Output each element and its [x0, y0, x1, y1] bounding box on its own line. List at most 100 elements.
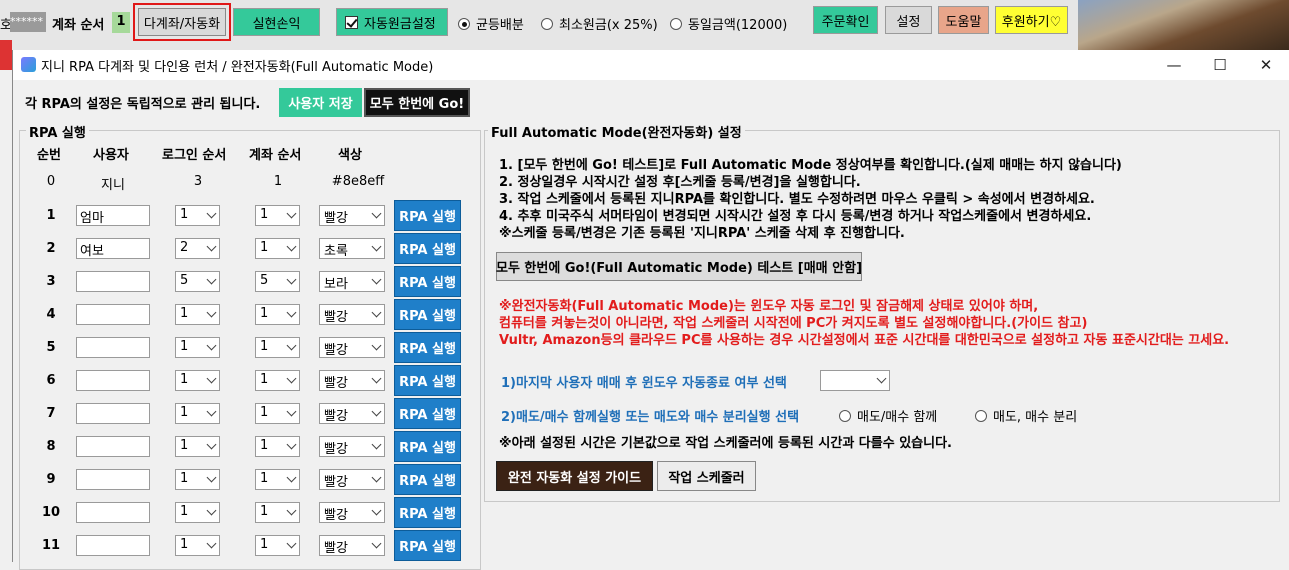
rpa-run-button[interactable]: RPA 실행 — [394, 332, 461, 363]
minimize-button[interactable]: — — [1151, 50, 1197, 80]
row-order: 4 — [46, 307, 56, 322]
title-bar: 지니 RPA 다계좌 및 다인용 런처 / 완전자동화(Full Automat… — [13, 50, 1289, 80]
donate-button[interactable]: 후원하기♡ — [995, 6, 1068, 34]
user-name-input[interactable] — [76, 403, 150, 424]
launcher-window: 지니 RPA 다계좌 및 다인용 런처 / 완전자동화(Full Automat… — [12, 50, 1289, 570]
radio-equal[interactable]: 균등배분 — [458, 14, 524, 33]
color-select[interactable]: 빨강 — [319, 304, 385, 325]
row-order: 8 — [46, 439, 56, 454]
row-order: 11 — [41, 538, 61, 553]
rpa-run-button[interactable]: RPA 실행 — [394, 398, 461, 429]
bg-account-order-value: 1 — [112, 12, 130, 33]
color-select[interactable]: 빨강 — [319, 337, 385, 358]
task-scheduler-button[interactable]: 작업 스케줄러 — [657, 461, 756, 491]
login-order-select[interactable]: 1 — [175, 304, 220, 325]
color-select[interactable]: 빨강 — [319, 403, 385, 424]
login-order-select[interactable]: 1 — [175, 469, 220, 490]
help-button[interactable]: 도움말 — [938, 6, 989, 34]
color-select[interactable]: 보라 — [319, 271, 385, 292]
user-name-input[interactable] — [76, 337, 150, 358]
user-name-input[interactable] — [76, 469, 150, 490]
login-order-select[interactable]: 1 — [175, 337, 220, 358]
save-user-button[interactable]: 사용자 저장 — [279, 88, 362, 117]
user-name-input[interactable] — [76, 370, 150, 391]
account-order-select[interactable]: 1 — [255, 238, 300, 259]
login-order-select[interactable]: 1 — [175, 205, 220, 226]
rpa-run-button[interactable]: RPA 실행 — [394, 431, 461, 462]
user-name-input[interactable] — [76, 436, 150, 457]
color-select[interactable]: 초록 — [319, 238, 385, 259]
rpa-run-button[interactable]: RPA 실행 — [394, 233, 461, 264]
fam-group-label: Full Automatic Mode(완전자동화) 설정 — [488, 122, 745, 141]
option-1-label: 1)마지막 사용자 매매 후 윈도우 자동종료 여부 선택 — [501, 376, 787, 391]
row0-order: 0 — [46, 174, 56, 189]
radio-same-amount[interactable]: 동일금액(12000) — [670, 14, 787, 33]
user-name-input[interactable]: 여보 — [76, 238, 150, 259]
login-order-select[interactable]: 1 — [175, 502, 220, 523]
login-order-select[interactable]: 2 — [175, 238, 220, 259]
setup-guide-button[interactable]: 완전 자동화 설정 가이드 — [496, 461, 653, 491]
rpa-run-button[interactable]: RPA 실행 — [394, 530, 461, 561]
row-order: 2 — [46, 241, 56, 256]
settings-button[interactable]: 설정 — [885, 6, 932, 34]
color-select[interactable]: 빨강 — [319, 469, 385, 490]
rpa-run-button[interactable]: RPA 실행 — [394, 266, 461, 297]
rpa-run-button[interactable]: RPA 실행 — [394, 200, 461, 231]
account-order-select[interactable]: 1 — [255, 205, 300, 226]
color-select[interactable]: 빨강 — [319, 370, 385, 391]
rpa-run-button[interactable]: RPA 실행 — [394, 464, 461, 495]
realized-pl-button[interactable]: 실현손익 — [233, 8, 320, 36]
account-order-select[interactable]: 1 — [255, 535, 300, 556]
account-order-select[interactable]: 1 — [255, 370, 300, 391]
color-select[interactable]: 빨강 — [319, 535, 385, 556]
account-order-select[interactable]: 1 — [255, 502, 300, 523]
auto-shutdown-select[interactable] — [820, 370, 890, 391]
radio-min-principal[interactable]: 최소원금(x 25%) — [541, 14, 658, 33]
rpa-run-button[interactable]: RPA 실행 — [394, 299, 461, 330]
account-order-select[interactable]: 1 — [255, 304, 300, 325]
login-order-select[interactable]: 1 — [175, 370, 220, 391]
login-order-select[interactable]: 1 — [175, 436, 220, 457]
user-name-input[interactable] — [76, 535, 150, 556]
background-toolbar: 호 ****** 계좌 순서 1 다계좌/자동화 실현손익 자동원금설정 균등배… — [0, 0, 1289, 70]
row-order: 6 — [46, 373, 56, 388]
login-order-select[interactable]: 5 — [175, 271, 220, 292]
rpa-run-button[interactable]: RPA 실행 — [394, 365, 461, 396]
account-order-select[interactable]: 1 — [255, 436, 300, 457]
account-order-select[interactable]: 5 — [255, 271, 300, 292]
user-name-input[interactable] — [76, 271, 150, 292]
row-order: 7 — [46, 406, 56, 421]
bg-multi-account-frame: 다계좌/자동화 — [133, 3, 231, 41]
radio-sell-buy-together[interactable]: 매도/매수 함께 — [839, 406, 937, 425]
go-all-button[interactable]: 모두 한번에 Go! — [364, 88, 470, 117]
row0-account: 1 — [273, 174, 283, 189]
color-select[interactable]: 빨강 — [319, 436, 385, 457]
user-name-input[interactable]: 엄마 — [76, 205, 150, 226]
radio-sell-buy-separate[interactable]: 매도, 매수 분리 — [975, 406, 1077, 425]
bg-masked-field: ****** — [10, 12, 46, 32]
auto-principal-toggle[interactable]: 자동원금설정 — [336, 8, 448, 36]
order-check-button[interactable]: 주문확인 — [813, 6, 878, 34]
color-select[interactable]: 빨강 — [319, 205, 385, 226]
row-order: 5 — [46, 340, 56, 355]
rpa-run-button[interactable]: RPA 실행 — [394, 497, 461, 528]
account-order-select[interactable]: 1 — [255, 337, 300, 358]
header-account-order: 계좌 순서 — [249, 148, 302, 163]
row-order: 3 — [46, 274, 56, 289]
account-order-select[interactable]: 1 — [255, 469, 300, 490]
user-name-input[interactable] — [76, 502, 150, 523]
row-order: 9 — [46, 472, 56, 487]
app-icon — [21, 57, 36, 72]
auto-principal-label: 자동원금설정 — [364, 16, 436, 32]
multi-account-button[interactable]: 다계좌/자동화 — [138, 8, 226, 36]
row-order: 10 — [41, 505, 61, 520]
color-select[interactable]: 빨강 — [319, 502, 385, 523]
login-order-select[interactable]: 1 — [175, 535, 220, 556]
auto-principal-checkbox[interactable] — [345, 15, 358, 29]
close-button[interactable]: ✕ — [1243, 50, 1289, 80]
account-order-select[interactable]: 1 — [255, 403, 300, 424]
login-order-select[interactable]: 1 — [175, 403, 220, 424]
user-name-input[interactable] — [76, 304, 150, 325]
maximize-button[interactable]: ☐ — [1197, 50, 1243, 80]
go-all-test-button[interactable]: 모두 한번에 Go!(Full Automatic Mode) 테스트 [매매 … — [496, 252, 862, 281]
